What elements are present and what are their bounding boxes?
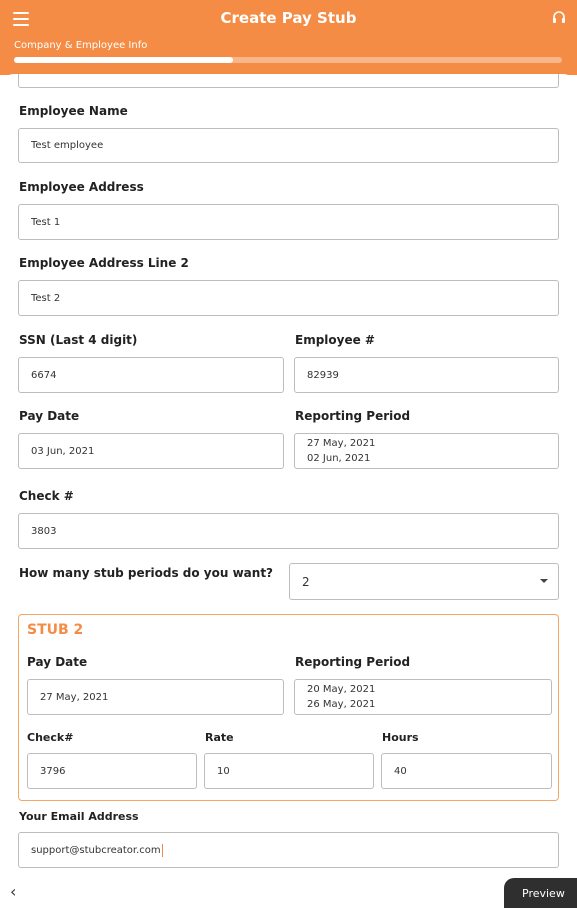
- stub-reporting-period-input[interactable]: 20 May, 2021 26 May, 2021: [294, 679, 552, 715]
- employee-address-label: Employee Address: [19, 180, 144, 194]
- email-label: Your Email Address: [19, 810, 139, 823]
- pay-date-input[interactable]: 03 Jun, 2021: [18, 433, 284, 469]
- stub-reporting-period-end: 26 May, 2021: [307, 699, 376, 710]
- step-label: Company & Employee Info: [14, 40, 148, 51]
- email-value: support@stubcreator.com: [31, 844, 161, 856]
- preview-button[interactable]: Preview: [504, 878, 577, 908]
- reporting-period-label: Reporting Period: [295, 409, 411, 423]
- employee-number-label: Employee #: [295, 333, 375, 347]
- reporting-period-start: 27 May, 2021: [307, 438, 376, 449]
- ssn-input[interactable]: 6674: [18, 357, 284, 393]
- stub-reporting-period-start: 20 May, 2021: [307, 684, 376, 695]
- reporting-period-input[interactable]: 27 May, 2021 02 Jun, 2021: [294, 433, 559, 469]
- stub-2-title: STUB 2: [27, 622, 84, 638]
- stub-reporting-period-label: Reporting Period: [295, 655, 411, 669]
- employee-address-input[interactable]: Test 1: [18, 204, 559, 240]
- preview-label: Preview: [522, 886, 565, 900]
- stub-pay-date-input[interactable]: 27 May, 2021: [27, 679, 284, 715]
- stub-rate-input[interactable]: 10: [204, 753, 374, 789]
- reporting-period-end: 02 Jun, 2021: [307, 453, 371, 464]
- employee-address2-label: Employee Address Line 2: [19, 256, 189, 270]
- app-header: Create Pay Stub Company & Employee Info: [0, 0, 577, 75]
- stub-rate-label: Rate: [205, 731, 234, 744]
- caret-down-icon: [540, 579, 548, 583]
- ssn-label: SSN (Last 4 digit): [19, 333, 138, 347]
- pay-date-label: Pay Date: [19, 409, 80, 423]
- text-cursor: [161, 843, 163, 857]
- employee-number-input[interactable]: 82939: [294, 357, 559, 393]
- stub-periods-value: 2: [302, 574, 310, 589]
- check-label: Check #: [19, 489, 74, 503]
- stub-pay-date-label: Pay Date: [27, 655, 88, 669]
- scrolled-input-edge: [18, 74, 559, 88]
- check-input[interactable]: 3803: [18, 513, 559, 549]
- email-input[interactable]: support@stubcreator.com: [18, 832, 559, 868]
- progress-fill: [14, 57, 234, 63]
- stub-check-input[interactable]: 3796: [27, 753, 197, 789]
- progress-bar: [14, 57, 562, 63]
- headset-icon[interactable]: [551, 10, 567, 26]
- employee-address2-input[interactable]: Test 2: [18, 280, 559, 316]
- stub-periods-select[interactable]: 2: [289, 563, 559, 600]
- stub-hours-label: Hours: [382, 731, 419, 744]
- stub-periods-label: How many stub periods do you want?: [19, 566, 274, 580]
- employee-name-input[interactable]: Test employee: [18, 128, 559, 163]
- stub-check-label: Check#: [27, 731, 74, 744]
- employee-name-label: Employee Name: [19, 104, 128, 118]
- page-title: Create Pay Stub: [220, 9, 357, 27]
- back-arrow-icon[interactable]: ‹: [10, 882, 16, 901]
- stub-hours-input[interactable]: 40: [381, 753, 552, 789]
